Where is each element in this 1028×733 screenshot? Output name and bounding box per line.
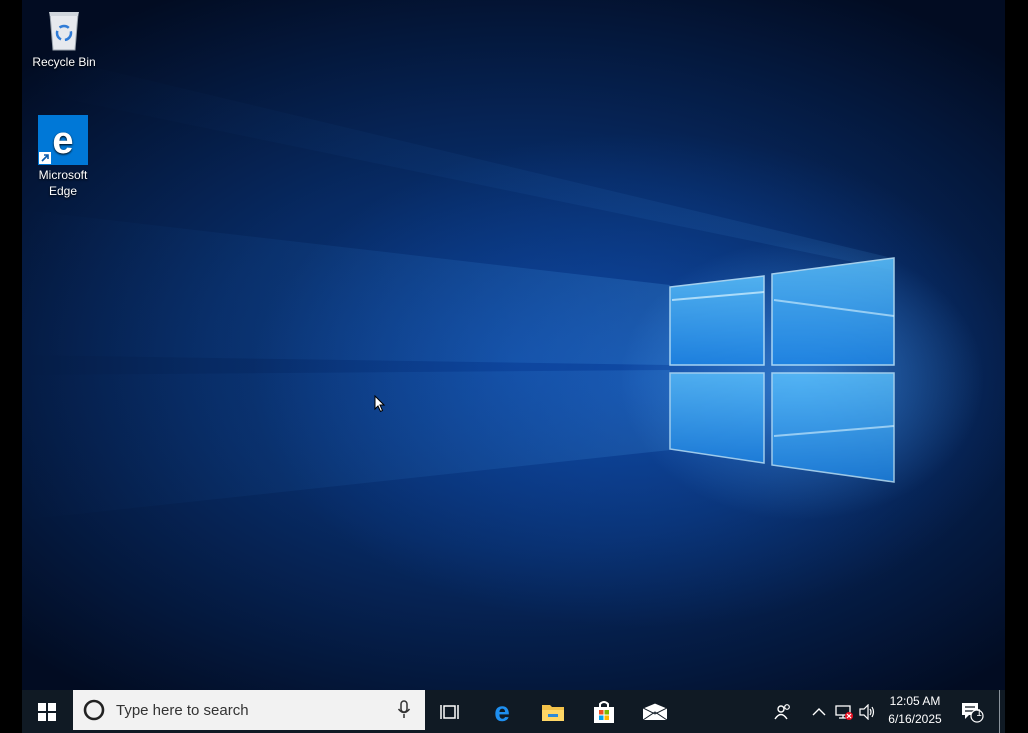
notification-count-badge: 1: [976, 708, 982, 719]
desktop-icon-recycle-bin[interactable]: Recycle Bin: [24, 8, 104, 70]
mail-icon: [642, 702, 668, 720]
show-desktop-divider[interactable]: [999, 690, 1000, 733]
svg-text:e: e: [52, 120, 73, 162]
edge-label: Microsoft Edge: [38, 168, 88, 198]
folder-icon: [542, 704, 564, 721]
cortana-circle-icon: [83, 699, 105, 721]
recycle-bin-icon: [49, 12, 79, 51]
show-hidden-icons-button[interactable]: [808, 690, 830, 733]
taskbar-edge-button[interactable]: e: [477, 690, 527, 733]
taskbar-clock[interactable]: 12:05 AM 6/16/2025: [880, 692, 950, 728]
taskbar: Type here to search e 12:05 AM 6/16/2025…: [22, 690, 1005, 733]
start-button[interactable]: [22, 690, 72, 733]
windows-logo-icon: [38, 702, 56, 721]
search-box[interactable]: Type here to search: [73, 690, 425, 730]
network-disconnected-icon: [835, 704, 853, 720]
volume-icon: [859, 703, 875, 720]
edge-icon: e: [38, 115, 88, 165]
people-icon: [774, 703, 790, 719]
recycle-bin-label: Recycle Bin: [32, 55, 96, 69]
clock-date: 6/16/2025: [888, 712, 942, 726]
windows-logo-wallpaper: [22, 50, 895, 520]
edge-icon: e: [494, 700, 510, 724]
mouse-cursor-icon: [374, 395, 386, 413]
taskbar-file-explorer-button[interactable]: [528, 690, 578, 733]
task-view-icon: [439, 704, 459, 719]
task-view-button[interactable]: [427, 690, 472, 733]
search-placeholder: Type here to search: [116, 701, 249, 719]
people-button[interactable]: [766, 690, 800, 733]
chevron-up-icon: [812, 707, 826, 715]
action-center-button[interactable]: 1: [954, 690, 990, 733]
taskbar-store-button[interactable]: [579, 690, 629, 733]
network-button[interactable]: [832, 690, 856, 733]
desktop-wallpaper: [22, 0, 1005, 690]
clock-time: 12:05 AM: [889, 694, 941, 708]
desktop-screen: Recycle Bin e Microsoft Edge Type here t…: [22, 0, 1005, 733]
taskbar-mail-button[interactable]: [630, 690, 680, 733]
microphone-icon[interactable]: [397, 700, 411, 720]
volume-button[interactable]: [857, 690, 879, 733]
svg-text:e: e: [494, 700, 510, 724]
store-bag-icon: [594, 700, 614, 723]
desktop-icon-edge[interactable]: e Microsoft Edge: [23, 115, 103, 199]
